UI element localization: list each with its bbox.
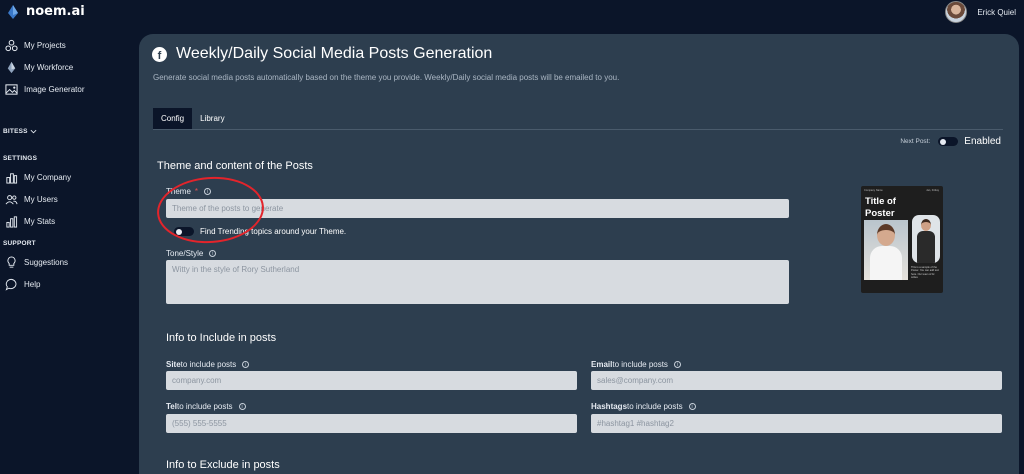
lightbulb-icon	[7, 255, 16, 268]
facebook-icon: f	[152, 46, 167, 62]
image-icon	[5, 83, 18, 95]
site-label: Site to include posts i	[166, 360, 250, 369]
sidebar-item-label: Image Generator	[24, 84, 85, 94]
tab-divider	[153, 129, 1003, 130]
sidebar-item-label: My Company	[24, 172, 72, 182]
sidebar-item-help[interactable]: Help	[0, 273, 130, 295]
support-section-label: SUPPORT	[3, 240, 36, 247]
tone-label: Tone/Style i	[166, 249, 217, 258]
tone-textarea[interactable]: Witty in the style of Rory Sutherland	[166, 260, 789, 304]
tel-input[interactable]: (555) 555-5555	[166, 414, 577, 433]
noem-logo-icon	[8, 4, 18, 19]
theme-label: Theme * i	[166, 187, 212, 196]
page-header: f Weekly/Daily Social Media Posts Genera…	[152, 45, 492, 63]
main-panel: f Weekly/Daily Social Media Posts Genera…	[139, 34, 1019, 474]
info-icon[interactable]: i	[242, 361, 250, 368]
email-input[interactable]: sales@company.com	[591, 371, 1002, 390]
theme-input[interactable]: Theme of the posts to generate	[166, 199, 789, 218]
trending-label: Find Trending topics around your Theme.	[200, 227, 347, 236]
brand-logo[interactable]: noem.ai	[8, 4, 85, 19]
projects-icon	[5, 39, 18, 51]
page-title: Weekly/Daily Social Media Posts Generati…	[176, 45, 493, 62]
sidebar-item-suggestions[interactable]: Suggestions	[0, 251, 130, 273]
info-icon[interactable]: i	[204, 188, 212, 195]
users-icon	[5, 194, 18, 204]
info-icon[interactable]: i	[238, 403, 246, 410]
trending-toggle-row: Find Trending topics around your Theme.	[174, 227, 346, 236]
site-input[interactable]: company.com	[166, 371, 577, 390]
sidebar-item-label: Help	[24, 279, 41, 289]
hashtags-input[interactable]: #hashtag1 #hashtag2	[591, 414, 1002, 433]
next-post-toggle[interactable]	[938, 137, 959, 146]
sidebar-item-my-users[interactable]: My Users	[0, 188, 130, 210]
poster-photo-secondary	[912, 215, 940, 263]
next-post-control: Next Post: Enabled	[900, 136, 1001, 147]
poster-date: Jan, Friday	[926, 189, 939, 192]
poster-brand: Company Name	[864, 189, 883, 192]
next-post-status: Enabled	[964, 136, 1001, 147]
hashtags-label: Hashtags to include posts i	[591, 402, 696, 411]
info-icon[interactable]: i	[673, 361, 681, 368]
include-section-title: Info to Include in posts	[166, 332, 277, 344]
tab-library[interactable]: Library	[192, 108, 232, 129]
bitess-dropdown[interactable]: BITESS	[0, 128, 130, 135]
poster-photo-main	[864, 220, 908, 280]
user-menu[interactable]: Erick Quiel	[945, 1, 1016, 23]
sidebar-item-label: My Workforce	[24, 62, 74, 72]
tel-label: Tel to include posts i	[166, 402, 246, 411]
company-icon	[6, 172, 18, 184]
sidebar-item-label: Suggestions	[24, 257, 69, 267]
trending-toggle[interactable]	[174, 227, 194, 236]
sidebar-item-label: My Stats	[24, 216, 56, 226]
tab-bar: Config Library	[153, 108, 233, 129]
sidebar-item-my-company[interactable]: My Company	[0, 166, 130, 188]
sidebar-item-my-projects[interactable]: My Projects	[0, 34, 130, 56]
tab-config[interactable]: Config	[153, 108, 193, 129]
poster-title: Title of Poster	[865, 196, 896, 219]
sidebar-item-image-generator[interactable]: Image Generator	[0, 78, 130, 100]
email-label: Email to include posts i	[591, 360, 681, 369]
exclude-section-title: Info to Exclude in posts	[166, 459, 280, 471]
theme-section-title: Theme and content of the Posts	[157, 160, 313, 172]
settings-section-label: SETTINGS	[3, 155, 38, 162]
required-mark: *	[194, 187, 199, 196]
next-post-label: Next Post:	[900, 138, 931, 145]
info-icon[interactable]: i	[688, 403, 696, 410]
user-name: Erick Quiel	[977, 7, 1016, 17]
sidebar-item-label: My Projects	[24, 40, 66, 50]
stats-icon	[6, 215, 18, 228]
avatar[interactable]	[945, 1, 968, 23]
info-icon[interactable]: i	[209, 250, 217, 257]
top-bar: noem.ai Erick Quiel	[0, 0, 1024, 24]
sidebar-item-my-stats[interactable]: My Stats	[0, 210, 130, 232]
sidebar: My Projects My Workforce Image Generator…	[0, 34, 130, 295]
page-subtitle: Generate social media posts automaticall…	[153, 73, 620, 82]
chevron-down-icon	[30, 129, 37, 134]
workforce-icon	[7, 61, 16, 73]
poster-preview: Company Name Jan, Friday Title of Poster…	[861, 186, 943, 293]
sidebar-item-label: My Users	[24, 194, 58, 204]
help-chat-icon	[5, 278, 17, 291]
poster-text: This is a sample of the Poster. You can …	[911, 266, 939, 279]
brand-name: noem.ai	[26, 4, 85, 19]
sidebar-item-my-workforce[interactable]: My Workforce	[0, 56, 130, 78]
